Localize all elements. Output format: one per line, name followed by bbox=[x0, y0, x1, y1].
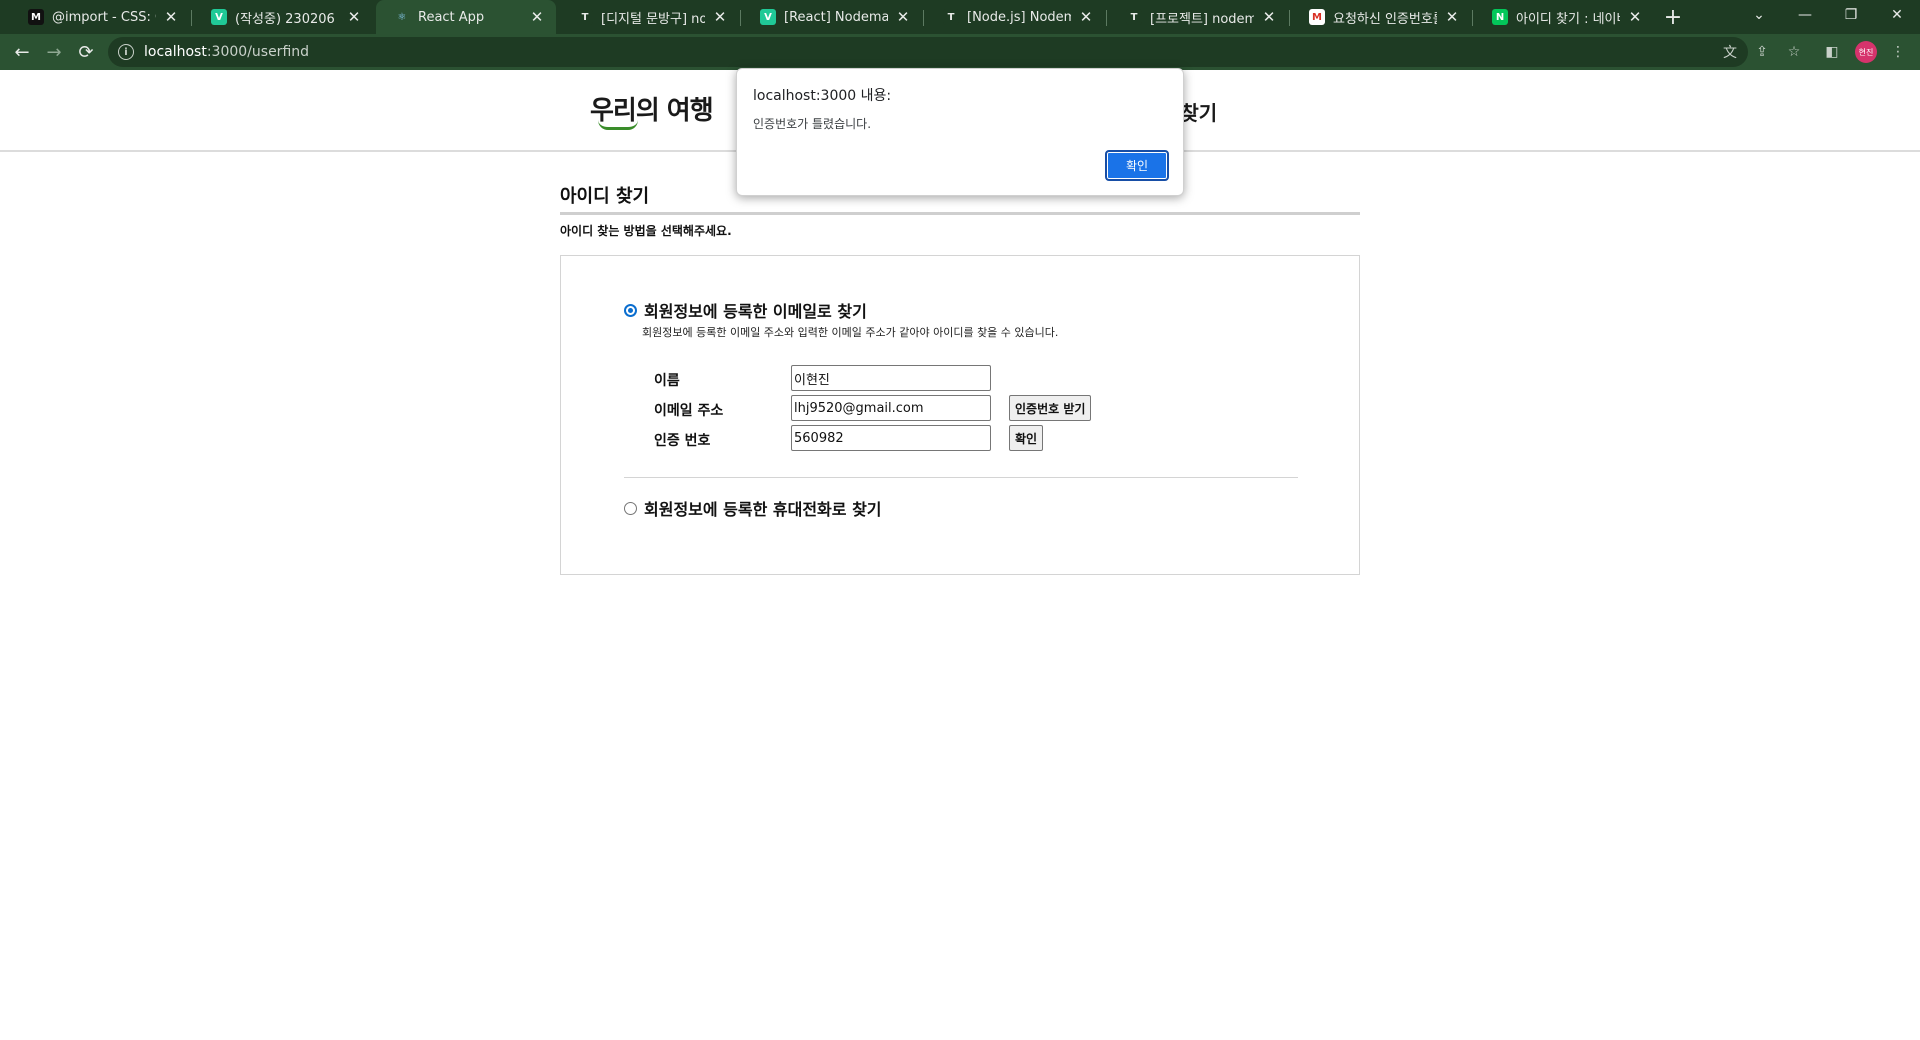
tab-close-icon[interactable]: ✕ bbox=[711, 8, 729, 26]
radio-phone[interactable] bbox=[624, 501, 637, 515]
tab-title: [Node.js] Nodemailer bbox=[967, 9, 1071, 25]
option-email[interactable]: 회원정보에 등록한 이메일로 찾기 bbox=[624, 298, 867, 322]
tab-title: [프로젝트] nodemailer bbox=[1150, 11, 1254, 27]
email-label: 이메일 주소 bbox=[654, 403, 724, 419]
address-url[interactable]: localhost:3000/userfind bbox=[144, 44, 309, 60]
browser-tab[interactable]: T [Node.js] Nodemailer ✕ bbox=[925, 0, 1105, 34]
alert-dialog: localhost:3000 내용: 인증번호가 틀렸습니다. 확인 bbox=[736, 68, 1184, 196]
velog-icon: V bbox=[760, 9, 776, 25]
email-input[interactable] bbox=[791, 395, 991, 421]
browser-tab[interactable]: T [디지털 문방구] nodemailer ✕ bbox=[559, 0, 739, 34]
option-divider bbox=[624, 477, 1298, 478]
option-email-help: 회원정보에 등록한 이메일 주소와 입력한 이메일 주소가 같아야 아이디를 찾… bbox=[642, 326, 1059, 339]
browser-tab[interactable]: ⚛ React App ✕ bbox=[376, 0, 556, 34]
site-logo[interactable]: 우리의 여행 bbox=[590, 90, 714, 130]
dialog-origin: localhost:3000 내용: bbox=[753, 88, 892, 104]
tab-strip: + ⌄ — ❐ ✕ M @import - CSS: Cascading ✕ V (작성… bbox=[0, 0, 1920, 34]
tab-close-icon[interactable]: ✕ bbox=[894, 8, 912, 26]
tistory-icon: T bbox=[1126, 9, 1142, 25]
url-path: :3000/userfind bbox=[206, 44, 310, 60]
tab-search-chevron-icon[interactable]: ⌄ bbox=[1736, 0, 1782, 30]
dialog-message: 인증번호가 틀렸습니다. bbox=[753, 117, 872, 131]
tab-separator bbox=[191, 10, 192, 26]
url-host: localhost bbox=[144, 44, 207, 60]
tab-close-icon[interactable]: ✕ bbox=[1077, 8, 1095, 26]
tab-separator bbox=[923, 10, 924, 26]
dialog-ok-button[interactable]: 확인 bbox=[1105, 150, 1169, 181]
velog-icon: V bbox=[211, 9, 227, 25]
tab-close-icon[interactable]: ✕ bbox=[162, 8, 180, 26]
browser-tab[interactable]: T [프로젝트] nodemailer ✕ bbox=[1108, 0, 1288, 34]
tab-title: (작성중) 230206 포트폴리오 bbox=[235, 11, 339, 27]
code-label: 인증 번호 bbox=[654, 433, 711, 449]
mdn-icon: M bbox=[28, 9, 44, 25]
tab-title: @import - CSS: Cascading bbox=[52, 9, 156, 25]
option-email-label: 회원정보에 등록한 이메일로 찾기 bbox=[644, 302, 867, 321]
tab-separator bbox=[740, 10, 741, 26]
browser-tab[interactable]: M @import - CSS: Cascading ✕ bbox=[10, 0, 190, 34]
tab-close-icon[interactable]: ✕ bbox=[345, 8, 363, 26]
page-description: 아이디 찾는 방법을 선택해주세요. bbox=[560, 224, 732, 238]
address-bar[interactable]: i localhost:3000/userfind bbox=[108, 37, 1748, 67]
menu-kebab-icon[interactable]: ⋮ bbox=[1886, 40, 1910, 64]
browser-toolbar: ← → ⟳ i localhost:3000/userfind 文 ⇪ ☆ ◧ … bbox=[0, 34, 1920, 70]
new-tab-button[interactable]: + bbox=[1660, 4, 1686, 30]
confirm-code-button[interactable]: 확인 bbox=[1009, 425, 1044, 451]
tab-close-icon[interactable]: ✕ bbox=[1443, 8, 1461, 26]
tab-title: [디지털 문방구] nodemailer bbox=[601, 11, 705, 27]
browser-tab[interactable]: V (작성중) 230206 포트폴리오 ✕ bbox=[193, 0, 373, 34]
tab-close-icon[interactable]: ✕ bbox=[1626, 8, 1644, 26]
restore-button[interactable]: ❐ bbox=[1828, 0, 1874, 30]
tab-close-icon[interactable]: ✕ bbox=[1260, 8, 1278, 26]
page-title: 아이디 찾기 bbox=[560, 186, 650, 207]
profile-avatar[interactable]: 현진 bbox=[1855, 41, 1877, 63]
title-divider bbox=[560, 212, 1360, 215]
browser-tab[interactable]: M 요청하신 인증번호를 알려 ✕ bbox=[1291, 0, 1471, 34]
site-info-icon[interactable]: i bbox=[118, 44, 134, 60]
browser-tab[interactable]: V [React] Nodemailer G ✕ bbox=[742, 0, 922, 34]
tistory-icon: T bbox=[943, 9, 959, 25]
option-phone-label: 회원정보에 등록한 휴대전화로 찾기 bbox=[644, 500, 882, 519]
tab-separator bbox=[1289, 10, 1290, 26]
forward-arrow-icon[interactable]: → bbox=[40, 38, 68, 66]
tistory-icon: T bbox=[577, 9, 593, 25]
option-phone[interactable]: 회원정보에 등록한 휴대전화로 찾기 bbox=[624, 496, 882, 520]
close-window-button[interactable]: ✕ bbox=[1874, 0, 1920, 30]
code-input[interactable] bbox=[791, 425, 991, 451]
share-icon[interactable]: ⇪ bbox=[1750, 40, 1774, 64]
tab-separator bbox=[1472, 10, 1473, 26]
side-panel-icon[interactable]: ◧ bbox=[1820, 40, 1844, 64]
tab-separator bbox=[1106, 10, 1107, 26]
minimize-button[interactable]: — bbox=[1782, 0, 1828, 30]
reload-icon[interactable]: ⟳ bbox=[72, 38, 100, 66]
naver-icon: N bbox=[1492, 9, 1508, 25]
translate-icon[interactable]: 文 bbox=[1718, 40, 1742, 64]
name-label: 이름 bbox=[654, 373, 680, 389]
react-icon: ⚛ bbox=[394, 9, 410, 25]
tab-title: React App bbox=[418, 9, 485, 25]
back-arrow-icon[interactable]: ← bbox=[8, 38, 36, 66]
bookmark-star-icon[interactable]: ☆ bbox=[1782, 40, 1806, 64]
find-id-panel: 회원정보에 등록한 이메일로 찾기 회원정보에 등록한 이메일 주소와 입력한 … bbox=[560, 255, 1360, 575]
radio-email[interactable] bbox=[624, 303, 637, 317]
tab-title: 아이디 찾기 : 네이버 bbox=[1516, 11, 1620, 27]
send-code-button[interactable]: 인증번호 받기 bbox=[1009, 395, 1092, 421]
gmail-icon: M bbox=[1309, 9, 1325, 25]
tab-close-icon[interactable]: ✕ bbox=[528, 8, 546, 26]
logo-smile-icon bbox=[598, 120, 638, 130]
name-input[interactable] bbox=[791, 365, 991, 391]
tab-title: 요청하신 인증번호를 알려 bbox=[1333, 11, 1437, 27]
tab-title: [React] Nodemailer G bbox=[784, 9, 888, 25]
browser-tab[interactable]: N 아이디 찾기 : 네이버 ✕ bbox=[1474, 0, 1654, 34]
